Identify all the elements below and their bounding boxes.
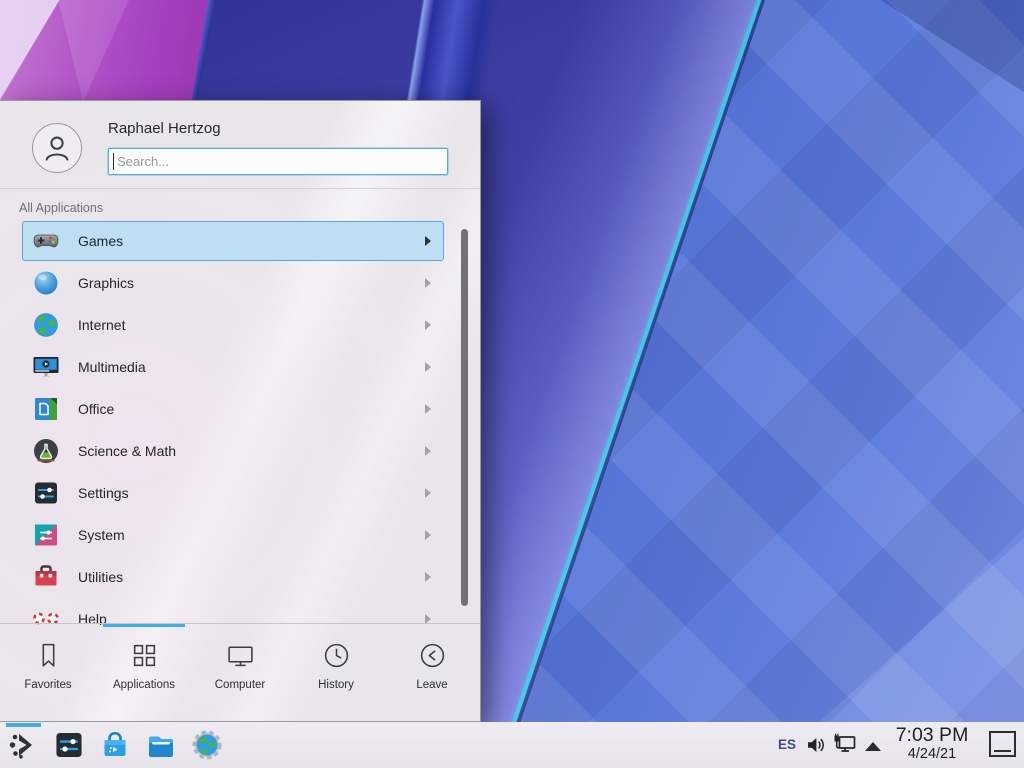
person-icon <box>40 131 74 165</box>
time-label: 7:03 PM <box>890 725 974 746</box>
submenu-arrow-icon <box>425 488 431 498</box>
scrollbar-thumb[interactable] <box>461 229 468 606</box>
system-preferences-icon <box>32 521 60 549</box>
keyboard-layout-indicator[interactable]: ES <box>778 737 796 752</box>
blue-sphere-icon <box>32 269 60 297</box>
lifebuoy-icon <box>32 605 60 625</box>
system-settings-icon <box>53 729 85 761</box>
text-cursor <box>113 153 114 170</box>
tab-history[interactable]: History <box>288 624 384 721</box>
tab-applications[interactable]: Applications <box>96 624 192 721</box>
toolbox-icon <box>32 563 60 591</box>
kickoff-icon <box>8 729 40 761</box>
digital-clock[interactable]: 7:03 PM 4/24/21 <box>890 725 974 763</box>
discover-bag-icon <box>99 729 131 761</box>
tab-leave[interactable]: Leave <box>384 624 480 721</box>
submenu-arrow-icon <box>425 572 431 582</box>
submenu-arrow-icon <box>425 278 431 288</box>
system-settings-launcher[interactable] <box>53 729 85 761</box>
submenu-arrow-icon <box>425 362 431 372</box>
leave-icon <box>418 641 447 670</box>
monitor-play-icon <box>32 353 60 381</box>
desktop: Raphael Hertzog All Applications Games <box>0 0 1024 768</box>
category-settings[interactable]: Settings <box>0 472 480 514</box>
network-icon[interactable] <box>832 733 858 757</box>
application-launcher-menu: Raphael Hertzog All Applications Games <box>0 100 481 722</box>
category-utilities[interactable]: Utilities <box>0 556 480 598</box>
office-document-icon <box>32 395 60 423</box>
file-manager-launcher[interactable] <box>145 729 177 761</box>
category-help[interactable]: Help <box>0 598 480 625</box>
category-office[interactable]: Office <box>0 388 480 430</box>
app-grid-icon <box>130 641 159 670</box>
submenu-arrow-icon <box>425 446 431 456</box>
computer-icon <box>226 641 255 670</box>
category-graphics[interactable]: Graphics <box>0 262 480 304</box>
category-multimedia[interactable]: Multimedia <box>0 346 480 388</box>
launcher-tab-bar: Favorites Applications Computer Hist <box>0 623 480 721</box>
submenu-arrow-icon <box>425 404 431 414</box>
taskbar-panel: ES 7:03 PM 4/24/21 <box>0 722 1024 768</box>
submenu-arrow-icon <box>425 320 431 330</box>
category-games[interactable]: Games <box>0 220 480 262</box>
user-name: Raphael Hertzog <box>108 120 221 137</box>
globe-icon <box>32 311 60 339</box>
bookmark-icon <box>34 641 63 670</box>
globe-gear-icon <box>191 729 223 761</box>
header-divider <box>0 188 480 189</box>
category-science-math[interactable]: Science & Math <box>0 430 480 472</box>
submenu-arrow-icon <box>425 530 431 540</box>
flask-icon <box>32 437 60 465</box>
tab-favorites[interactable]: Favorites <box>0 624 96 721</box>
clock-icon <box>322 641 351 670</box>
category-list: Games Graphics <box>0 220 480 625</box>
search-input[interactable] <box>108 148 448 175</box>
category-system[interactable]: System <box>0 514 480 556</box>
tab-computer[interactable]: Computer <box>192 624 288 721</box>
expand-tray-icon[interactable] <box>865 742 881 751</box>
volume-icon[interactable] <box>806 735 826 755</box>
folder-icon <box>145 729 177 761</box>
user-avatar[interactable] <box>32 123 82 173</box>
show-desktop-button[interactable] <box>989 731 1016 757</box>
gamepad-icon <box>32 227 60 255</box>
launcher-active-indicator <box>6 723 41 727</box>
submenu-arrow-icon <box>425 236 431 246</box>
category-internet[interactable]: Internet <box>0 304 480 346</box>
discover-launcher[interactable] <box>99 729 131 761</box>
web-browser-launcher[interactable] <box>191 729 223 761</box>
date-label: 4/24/21 <box>890 746 974 763</box>
sliders-icon <box>32 479 60 507</box>
all-applications-label: All Applications <box>19 201 103 215</box>
application-launcher-button[interactable] <box>8 729 40 761</box>
